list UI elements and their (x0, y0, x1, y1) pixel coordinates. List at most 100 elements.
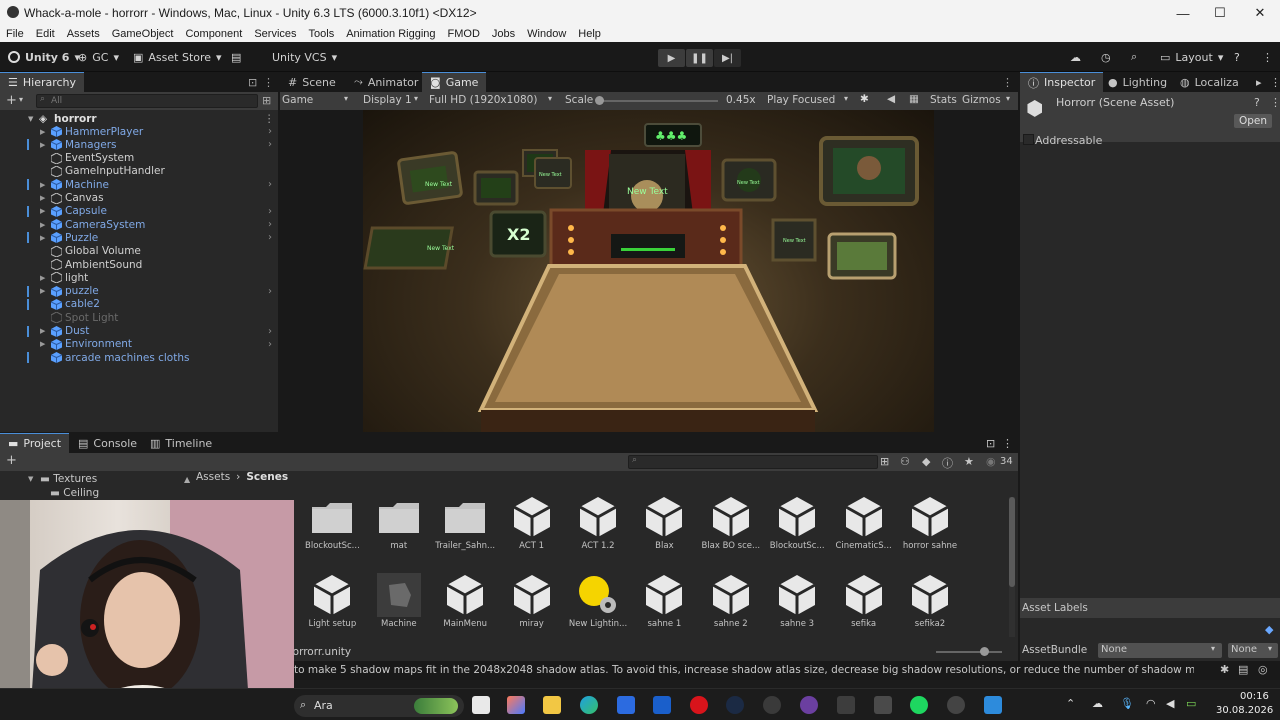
assetbundle-dropdown[interactable]: None ▾ (1098, 643, 1222, 658)
hierarchy-item[interactable]: Spot Light (0, 311, 278, 324)
label-icon[interactable]: ◆ (922, 455, 930, 468)
open-prefab-icon[interactable]: › (268, 232, 272, 243)
hierarchy-item[interactable]: ▶ Dust › (0, 325, 278, 338)
more-icon[interactable]: ⋮ (1002, 76, 1013, 89)
search-by-type-icon[interactable]: ⊞ (880, 455, 889, 468)
hierarchy-item[interactable]: GameInputHandler (0, 165, 278, 178)
search-icon[interactable]: ⌕ (1131, 48, 1137, 66)
more-icon[interactable]: ⋮ (263, 76, 274, 89)
tab-hierarchy[interactable]: ☰ Hierarchy (0, 72, 85, 92)
asset-item[interactable]: New Lightin... (565, 573, 631, 639)
maximize-button[interactable]: ☐ (1200, 0, 1240, 26)
clock-time[interactable]: 00:16 (1240, 691, 1269, 702)
tab-game[interactable]: ◙ Game (422, 72, 487, 92)
hierarchy-search-input[interactable] (36, 94, 258, 108)
tab-console[interactable]: ▤ Console (70, 433, 145, 453)
chevron-right-icon[interactable]: ▶ (40, 327, 45, 335)
menu-jobs[interactable]: Jobs (486, 28, 521, 40)
speaker-icon[interactable]: ◀ (887, 93, 895, 105)
step-button[interactable]: ▶| (714, 49, 741, 67)
chevron-right-icon[interactable]: ▶ (40, 221, 45, 229)
project-search-input[interactable] (628, 455, 878, 469)
chevron-down-icon[interactable]: ▼ (28, 475, 33, 483)
package-icon[interactable]: ▤ (231, 48, 241, 66)
open-button[interactable]: Open (1234, 114, 1273, 128)
resolution-dropdown[interactable]: Full HD (1920x1080) (429, 94, 537, 106)
warning-icon[interactable]: ⓘ (942, 455, 953, 471)
open-prefab-icon[interactable]: › (268, 339, 272, 350)
tab-inspector[interactable]: ⓘ Inspector (1020, 72, 1104, 92)
addressable-checkbox[interactable] (1023, 134, 1034, 145)
chevron-down-icon[interactable]: ▾ (548, 94, 552, 103)
asset-grid-scrollbar[interactable] (1009, 497, 1015, 637)
taskbar-search[interactable]: ⌕ Ara (294, 695, 464, 717)
open-prefab-icon[interactable]: › (268, 206, 272, 217)
chevron-down-icon[interactable]: ▾ (19, 95, 23, 104)
cache-icon[interactable]: ▤ (1238, 663, 1248, 676)
help-icon[interactable]: ? (1234, 48, 1240, 66)
chevron-right-icon[interactable]: ▶ (40, 274, 45, 282)
icon-size-slider[interactable] (936, 651, 1002, 653)
breadcrumb-scenes[interactable]: Scenes (246, 471, 288, 487)
asset-item[interactable]: sefika (831, 573, 897, 639)
more-icon[interactable]: ⋮ (1002, 437, 1013, 450)
hierarchy-item[interactable]: ▶ HammerPlayer › (0, 125, 278, 138)
opera-icon[interactable] (690, 696, 708, 714)
chevron-right-icon[interactable]: ▶ (40, 207, 45, 215)
asset-item[interactable]: Light setup (299, 573, 365, 639)
game-mode-dropdown[interactable]: Game (282, 94, 313, 106)
hierarchy-item[interactable]: AmbientSound (0, 258, 278, 271)
add-icon[interactable]: + (6, 453, 17, 468)
store-icon[interactable] (617, 696, 635, 714)
open-prefab-icon[interactable]: › (268, 219, 272, 230)
hierarchy-item[interactable]: ▶ Canvas (0, 191, 278, 205)
edge-icon[interactable] (580, 696, 598, 714)
tab-localization[interactable]: ◍ Localiza (1172, 72, 1247, 92)
onedrive-icon[interactable]: ☁ (1092, 697, 1103, 710)
unity-hub-icon[interactable] (837, 696, 855, 714)
open-prefab-icon[interactable]: › (268, 286, 272, 297)
star-icon[interactable]: ★ (964, 455, 974, 468)
hierarchy-item[interactable]: ▶ Capsule › (0, 205, 278, 218)
menu-help[interactable]: Help (572, 28, 607, 40)
play-focused-dropdown[interactable]: Play Focused (767, 94, 835, 106)
steam-icon[interactable] (726, 696, 744, 714)
filter-icon[interactable]: ⊞ (262, 94, 271, 107)
tree-item-ceiling[interactable]: ▬ Ceiling (50, 487, 99, 499)
status-message[interactable]: to make 5 shadow maps fit in the 2048x20… (294, 664, 1194, 676)
menu-edit[interactable]: Edit (30, 28, 61, 40)
open-prefab-icon[interactable]: › (268, 139, 272, 150)
menu-fmod[interactable]: FMOD (442, 28, 486, 40)
asset-item[interactable]: CinematicS... (831, 495, 897, 565)
game-viewport[interactable]: X2 ♣♣♣ New Text New Text New Text New Te… (363, 110, 934, 432)
clock-date[interactable]: 30.08.2026 (1216, 705, 1273, 716)
play-button[interactable]: ▶ (658, 49, 685, 67)
chevron-down-icon[interactable]: ▼ (28, 115, 33, 123)
tree-collapse-icon[interactable]: ▲ (184, 475, 190, 484)
chevron-right-icon[interactable]: ▸ (1256, 76, 1262, 89)
hierarchy-item[interactable]: ▶ Machine › (0, 178, 278, 191)
help-icon[interactable]: ? (1254, 96, 1260, 109)
asset-item[interactable]: BlockoutSc... (764, 495, 830, 565)
task-view-icon[interactable] (472, 696, 490, 714)
display-dropdown[interactable]: Display 1 (363, 94, 412, 106)
tab-lighting[interactable]: ● Lighting (1100, 72, 1175, 92)
spotify-icon[interactable] (910, 696, 928, 714)
grid-icon[interactable]: ▦ (909, 93, 919, 105)
menu-animation-rigging[interactable]: Animation Rigging (340, 28, 441, 40)
chevron-right-icon[interactable]: ▶ (40, 287, 45, 295)
volume-icon[interactable]: ◀ (1166, 697, 1174, 710)
asset-item[interactable]: ACT 1.2 (565, 495, 631, 565)
menu-tools[interactable]: Tools (303, 28, 341, 40)
bug-icon[interactable]: ✱ (1220, 663, 1229, 676)
more-icon[interactable]: ⋮ (1262, 48, 1273, 66)
asset-item[interactable]: Blax BO sce... (698, 495, 764, 565)
open-prefab-icon[interactable]: › (268, 326, 272, 337)
chevron-up-icon[interactable]: ⌃ (1066, 697, 1075, 710)
hierarchy-item[interactable]: EventSystem (0, 152, 278, 165)
open-prefab-icon[interactable]: › (268, 126, 272, 137)
hierarchy-item[interactable]: ▶ Puzzle › (0, 231, 278, 244)
vcs-button[interactable]: Unity VCS ▾ (272, 48, 337, 66)
scale-slider[interactable] (598, 100, 718, 102)
asset-item[interactable]: BlockoutSc... (299, 495, 365, 565)
